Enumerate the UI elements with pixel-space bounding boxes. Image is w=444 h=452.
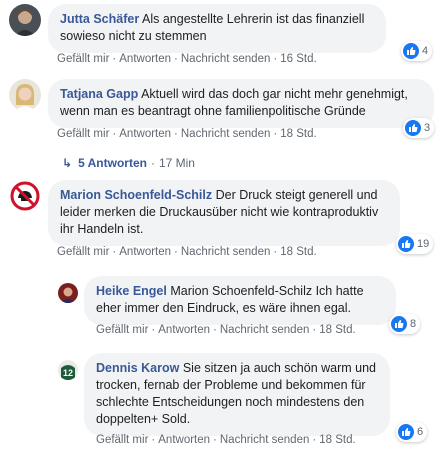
comment-author[interactable]: Tatjana Gapp [60,87,138,101]
comment-author[interactable]: Jutta Schäfer [60,12,139,26]
like-count[interactable]: 19 [396,234,434,254]
user-avatar-icon [9,180,41,212]
avatar[interactable] [9,4,41,36]
comment-author[interactable]: Heike Engel [96,284,167,298]
comment-actions: Gefällt mir · Antworten · Nachricht senden · 1… [57,53,317,65]
like-icon [405,120,421,136]
avatar[interactable] [9,180,41,212]
like-count[interactable]: 4 [401,41,433,61]
comment-bubble: Marion Schoenfeld-Schilz Der Druck steig… [48,180,400,246]
comment-actions: Gefällt mir · Antworten · Nachricht senden · 1… [57,128,317,140]
reply-button[interactable]: Antworten [119,128,171,140]
timestamp[interactable]: 18 Std. [319,324,355,336]
comment-bubble: Dennis Karow Sie sitzen ja auch schön wa… [84,353,390,436]
reply-button[interactable]: Antworten [158,324,210,336]
reply-button[interactable]: Antworten [119,53,171,65]
like-button[interactable]: Gefällt mir [96,434,148,446]
timestamp[interactable]: 18 Std. [280,246,316,258]
like-button[interactable]: Gefällt mir [57,246,109,258]
user-avatar-icon [58,283,78,303]
reply-arrow-icon: ↳ [62,156,73,170]
user-avatar-icon [9,4,41,36]
like-button[interactable]: Gefällt mir [57,128,109,140]
avatar[interactable]: 12 [58,360,78,380]
timestamp[interactable]: 16 Std. [280,53,316,65]
send-message-button[interactable]: Nachricht senden [220,434,310,446]
user-avatar-icon [9,79,41,111]
svg-text:12: 12 [63,368,73,378]
send-message-button[interactable]: Nachricht senden [181,246,271,258]
like-count[interactable]: 8 [389,314,421,334]
comment-actions: Gefällt mir · Antworten · Nachricht senden · 1… [96,324,356,336]
timestamp[interactable]: 18 Std. [319,434,355,446]
like-button[interactable]: Gefällt mir [57,53,109,65]
comment-actions: Gefällt mir · Antworten · Nachricht senden · 1… [96,434,356,446]
reply-button[interactable]: Antworten [158,434,210,446]
like-count[interactable]: 6 [396,422,428,442]
comment-actions: Gefällt mir · Antworten · Nachricht senden · 1… [57,246,317,258]
view-replies-link[interactable]: ↳ 5 Antworten · 17 Min [62,156,195,170]
avatar[interactable] [58,283,78,303]
like-count[interactable]: 3 [403,118,435,138]
send-message-button[interactable]: Nachricht senden [220,324,310,336]
like-icon [398,424,414,440]
avatar[interactable] [9,79,41,111]
comment-bubble: Tatjana Gapp Aktuell wird das doch gar n… [48,79,434,128]
like-icon [403,43,419,59]
send-message-button[interactable]: Nachricht senden [181,53,271,65]
user-avatar-icon: 12 [58,360,78,380]
like-icon [391,316,407,332]
comment-author[interactable]: Dennis Karow [96,361,179,375]
comment-bubble: Heike Engel Marion Schoenfeld-Schilz Ich… [84,276,396,325]
like-button[interactable]: Gefällt mir [96,324,148,336]
comment-bubble: Jutta Schäfer Als angestellte Lehrerin i… [48,4,386,53]
like-icon [398,236,414,252]
comment-author[interactable]: Marion Schoenfeld-Schilz [60,188,212,202]
timestamp[interactable]: 18 Std. [280,128,316,140]
send-message-button[interactable]: Nachricht senden [181,128,271,140]
reply-button[interactable]: Antworten [119,246,171,258]
